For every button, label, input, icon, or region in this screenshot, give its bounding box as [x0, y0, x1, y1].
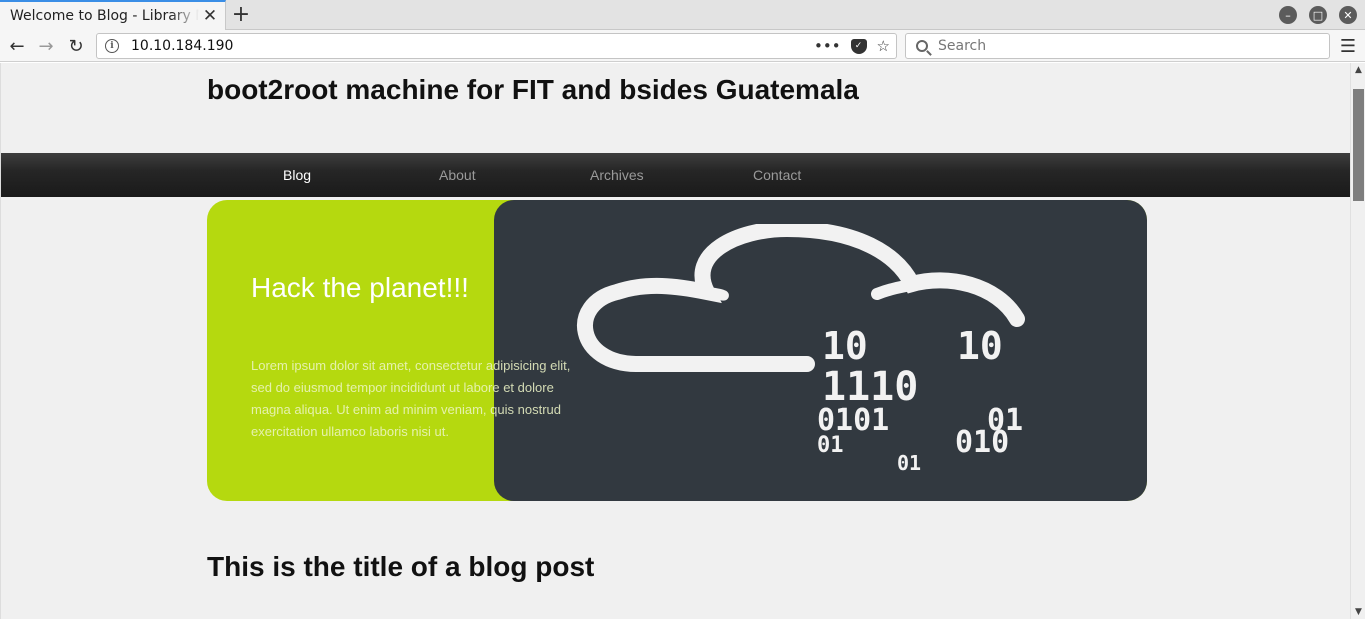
browser-toolbar: ← → ↻ i 10.10.184.190 ••• ✓ ☆ Search ☰ — [0, 30, 1365, 62]
nav-about-link[interactable]: About — [439, 167, 476, 183]
vertical-scrollbar[interactable]: ▲ ▼ — [1350, 63, 1365, 619]
pocket-icon[interactable]: ✓ — [850, 38, 867, 54]
hero-heading: Hack the planet!!! — [251, 272, 469, 303]
scroll-up-arrow-icon[interactable]: ▲ — [1351, 63, 1365, 77]
hero-text: Lorem ipsum dolor sit amet, consectetur … — [251, 358, 571, 439]
binary-digits: 01 — [817, 433, 844, 458]
close-window-icon[interactable]: ✕ — [1339, 6, 1357, 24]
back-arrow-icon[interactable]: ← — [4, 34, 30, 58]
scroll-down-arrow-icon[interactable]: ▼ — [1351, 605, 1365, 619]
close-tab-icon[interactable]: ✕ — [199, 5, 221, 27]
nav-contact-link[interactable]: Contact — [753, 167, 801, 183]
browser-tab-bar: Welcome to Blog - Library Machine ✕ + – … — [0, 0, 1365, 30]
forward-arrow-icon[interactable]: → — [33, 34, 59, 58]
search-box[interactable]: Search — [905, 33, 1330, 59]
binary-digits: 010 — [955, 425, 1009, 460]
nav-blog-link[interactable]: Blog — [283, 167, 311, 183]
url-bar[interactable]: i 10.10.184.190 ••• ✓ ☆ — [96, 33, 897, 59]
maximize-icon[interactable]: □ — [1309, 6, 1327, 24]
page-actions-icon[interactable]: ••• — [814, 37, 841, 55]
site-info-icon[interactable]: i — [105, 39, 119, 53]
site-title: boot2root machine for FIT and bsides Gua… — [207, 74, 859, 105]
url-actions: ••• ✓ ☆ — [814, 37, 890, 55]
url-text[interactable]: 10.10.184.190 — [131, 38, 814, 54]
window-controls: – □ ✕ — [1279, 6, 1357, 24]
new-tab-button[interactable]: + — [230, 2, 252, 27]
scrollbar-thumb[interactable] — [1353, 89, 1364, 201]
browser-tab[interactable]: Welcome to Blog - Library Machine ✕ — [0, 0, 226, 30]
hero-banner: Hack the planet!!! Lorem ipsum dolor sit… — [207, 200, 1147, 501]
search-placeholder: Search — [938, 38, 987, 54]
tab-title: Welcome to Blog - Library Machine — [10, 8, 199, 24]
binary-digits: 01 — [897, 451, 921, 474]
post-title[interactable]: This is the title of a blog post — [207, 551, 594, 583]
site-navigation: Blog About Archives Contact — [1, 153, 1351, 197]
binary-digits: 10 — [957, 324, 1003, 368]
binary-digits: 10 — [822, 324, 868, 368]
reload-icon[interactable]: ↻ — [63, 34, 89, 58]
cloud-binary-icon: 10 10 1110 0101 01 01 010 01 — [577, 224, 1025, 474]
bookmark-star-icon[interactable]: ☆ — [877, 37, 890, 55]
minimize-icon[interactable]: – — [1279, 6, 1297, 24]
page-viewport: boot2root machine for FIT and bsides Gua… — [0, 63, 1365, 619]
search-icon — [916, 40, 928, 52]
nav-archives-link[interactable]: Archives — [590, 167, 644, 183]
hamburger-menu-icon[interactable]: ☰ — [1337, 35, 1359, 57]
